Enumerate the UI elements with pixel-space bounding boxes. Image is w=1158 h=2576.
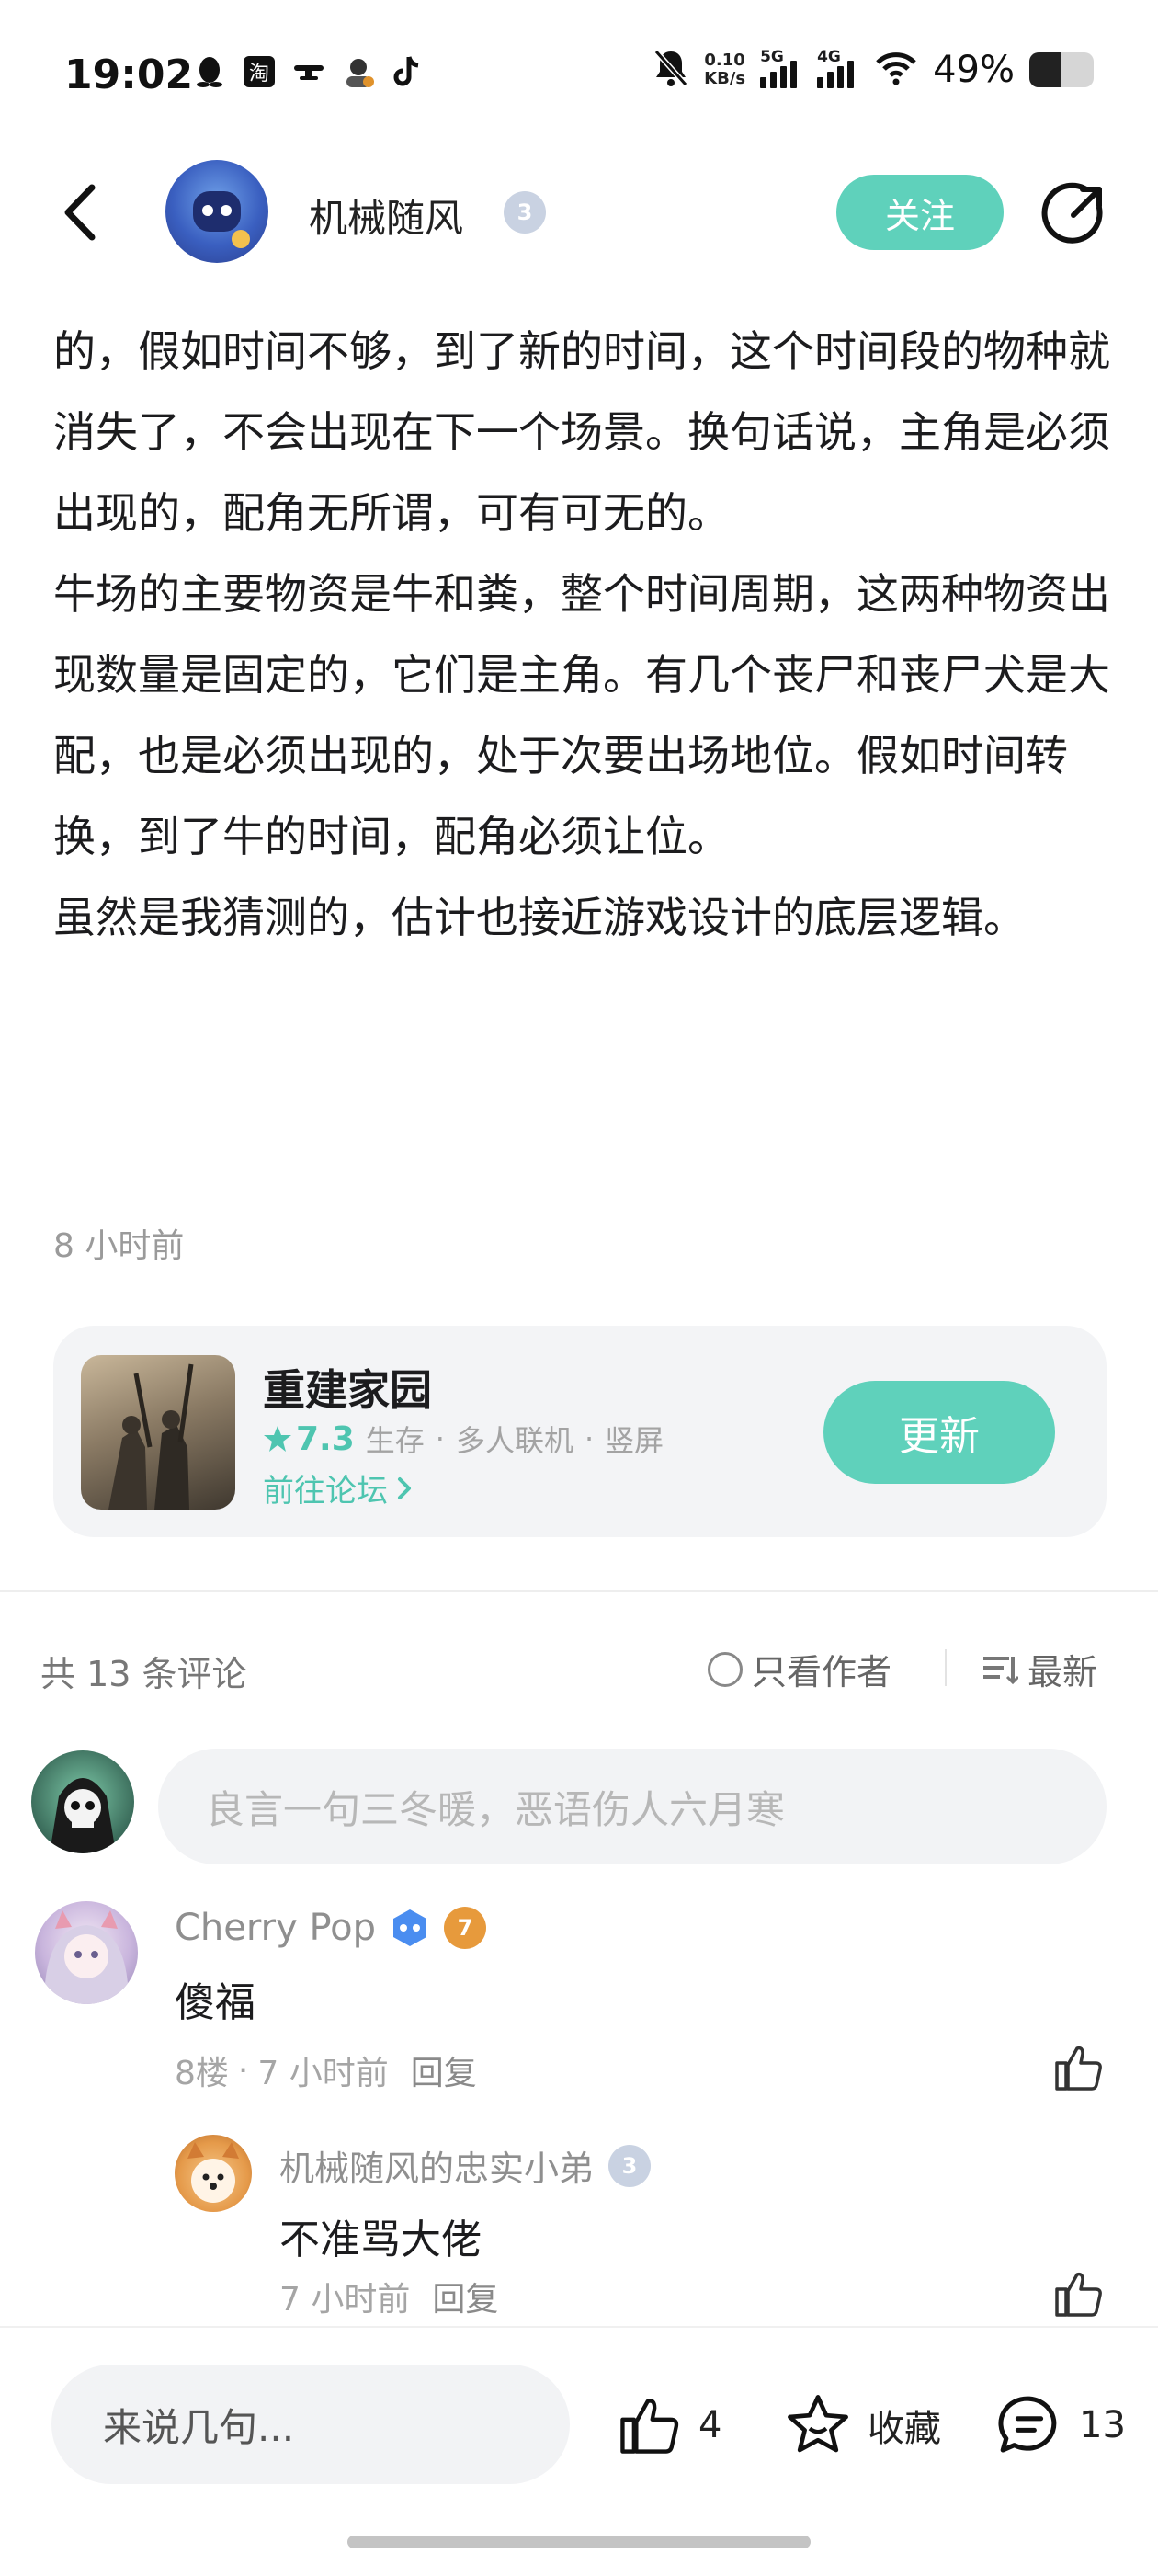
comments-count: 共 13 条评论 — [40, 1654, 247, 1694]
like-count: 4 — [698, 2404, 722, 2446]
author-avatar[interactable] — [165, 160, 268, 263]
replier-avatar[interactable] — [175, 2135, 252, 2212]
bottom-input-placeholder: 来说几句... — [103, 2404, 295, 2450]
signal-5g: 5G — [760, 48, 802, 88]
chevron-right-icon — [398, 1476, 411, 1499]
battery-icon — [1029, 52, 1094, 87]
article-body: 的，假如时间不够，到了新的时间，这个时间段的物种就消失了，不会出现在下一个场景。… — [53, 311, 1110, 958]
home-indicator[interactable] — [347, 2536, 811, 2548]
game-thumbnail[interactable] — [81, 1355, 235, 1510]
favorite-label: 收藏 — [868, 2408, 941, 2450]
divider — [945, 1649, 947, 1686]
reply-button[interactable]: 回复 — [411, 2046, 477, 2094]
thumbs-up-icon — [620, 2399, 679, 2454]
sort-icon — [983, 1656, 1018, 1684]
avatar-icon — [340, 53, 377, 90]
drone-icon — [290, 53, 327, 90]
network-speed-unit: KB/s — [704, 69, 746, 88]
commenter-level-number: 7 — [457, 1915, 473, 1941]
radio-icon — [708, 1651, 743, 1687]
tag-separator: · — [584, 1421, 595, 1456]
comment-meta: 8楼 · 7 小时前 回复 — [175, 2046, 477, 2094]
game-controller-badge-icon — [393, 1909, 427, 1946]
comment-text: 傻福 — [175, 1979, 255, 2026]
comment-time: 7 小时前 — [257, 2055, 389, 2092]
game-tag: 多人联机 — [455, 1423, 573, 1458]
commenter-level-badge: 7 — [444, 1907, 487, 1949]
thumbs-up-icon — [1055, 2272, 1102, 2317]
replier-level-number: 3 — [621, 2152, 638, 2179]
thumbs-up-icon — [1055, 2046, 1102, 2091]
back-button[interactable] — [57, 180, 103, 245]
signal-4g-label: 4G — [817, 48, 841, 66]
comment-bubble-icon — [998, 2396, 1057, 2453]
follow-button[interactable]: 关注 — [836, 175, 1004, 250]
reply-text: 不准骂大佬 — [279, 2217, 482, 2263]
battery-percent: 49% — [933, 49, 1015, 91]
status-time: 19:02 — [64, 51, 194, 98]
mute-bell-icon — [653, 48, 689, 92]
comment-floor: 8楼 — [175, 2055, 229, 2092]
star-icon — [264, 1426, 291, 1452]
star-icon — [788, 2395, 848, 2453]
qq-icon — [191, 53, 228, 90]
signal-5g-label: 5G — [760, 48, 784, 66]
replier-level-badge: 3 — [608, 2144, 652, 2187]
reply-time: 7 小时前 — [279, 2281, 411, 2319]
status-right-icons: 0.10 KB/s 5G 4G 49% — [653, 48, 1094, 92]
like-button[interactable]: 4 — [614, 2392, 721, 2458]
only-author-label: 只看作者 — [752, 1652, 892, 1693]
author-name[interactable]: 机械随风 — [309, 188, 463, 244]
comment-count: 13 — [1079, 2404, 1126, 2446]
game-meta: 7.3 生存 · 多人联机 · 竖屏 — [263, 1418, 664, 1460]
article-paragraph: 牛场的主要物资是牛和粪，整个时间周期，这两种物资出现数量是固定的，它们是主角。有… — [53, 569, 1110, 861]
update-button[interactable]: 更新 — [823, 1381, 1055, 1484]
commenter-avatar[interactable] — [35, 1901, 138, 2004]
status-left-icons: 淘 — [191, 53, 426, 90]
svg-text:淘: 淘 — [249, 63, 269, 85]
network-speed: 0.10 KB/s — [704, 51, 745, 88]
my-avatar — [31, 1750, 134, 1853]
author-level-number: 3 — [517, 199, 533, 225]
signal-4g: 4G — [817, 48, 859, 88]
game-tag: 竖屏 — [605, 1423, 664, 1458]
game-title[interactable]: 重建家园 — [263, 1357, 432, 1418]
comment-button[interactable]: 13 — [994, 2392, 1126, 2458]
game-tag: 生存 — [365, 1423, 425, 1458]
article-paragraph: 虽然是我猜测的，估计也接近游戏设计的底层逻辑。 — [53, 893, 1026, 942]
chevron-left-icon — [64, 184, 96, 241]
taobao-icon: 淘 — [241, 53, 278, 90]
article-paragraph: 的，假如时间不够，到了新的时间，这个时间段的物种就消失了，不会出现在下一个场景。… — [53, 326, 1110, 538]
network-speed-value: 0.10 — [704, 51, 745, 70]
comment-input-placeholder: 良言一句三冬暖，恶语伤人六月寒 — [206, 1786, 786, 1832]
comment-like-button[interactable] — [1051, 2041, 1105, 2094]
post-time: 8 小时前 — [53, 1227, 185, 1265]
replier-name[interactable]: 机械随风的忠实小弟 — [279, 2140, 594, 2191]
tiktok-icon — [390, 53, 426, 90]
favorite-button[interactable]: 收藏 — [783, 2392, 941, 2458]
share-button[interactable] — [1040, 180, 1108, 248]
only-author-toggle[interactable]: 只看作者 — [708, 1644, 891, 1694]
game-forum-label: 前往论坛 — [263, 1473, 388, 1510]
author-level-badge: 3 — [504, 191, 546, 234]
sort-label: 最新 — [1027, 1652, 1098, 1693]
share-icon — [1041, 182, 1103, 244]
reply-button[interactable]: 回复 — [432, 2273, 498, 2320]
game-rating-value: 7.3 — [296, 1419, 355, 1458]
replier-info: 机械随风的忠实小弟 3 — [279, 2140, 652, 2191]
sort-button[interactable]: 最新 — [982, 1644, 1097, 1694]
game-forum-link[interactable]: 前往论坛 — [263, 1465, 414, 1510]
wifi-icon — [874, 50, 918, 90]
game-rating: 7.3 — [263, 1420, 355, 1458]
reply-meta: 7 小时前 回复 — [279, 2273, 498, 2320]
reply-like-button[interactable] — [1051, 2267, 1105, 2320]
commenter-info: Cherry Pop 7 — [175, 1907, 487, 1949]
section-divider — [0, 1590, 1158, 1592]
tag-separator: · — [435, 1421, 445, 1456]
meta-dot: · — [237, 2051, 249, 2090]
commenter-name[interactable]: Cherry Pop — [175, 1907, 376, 1949]
comment-input[interactable]: 良言一句三冬暖，恶语伤人六月寒 — [158, 1749, 1107, 1864]
bottom-comment-input[interactable]: 来说几句... — [51, 2365, 570, 2484]
